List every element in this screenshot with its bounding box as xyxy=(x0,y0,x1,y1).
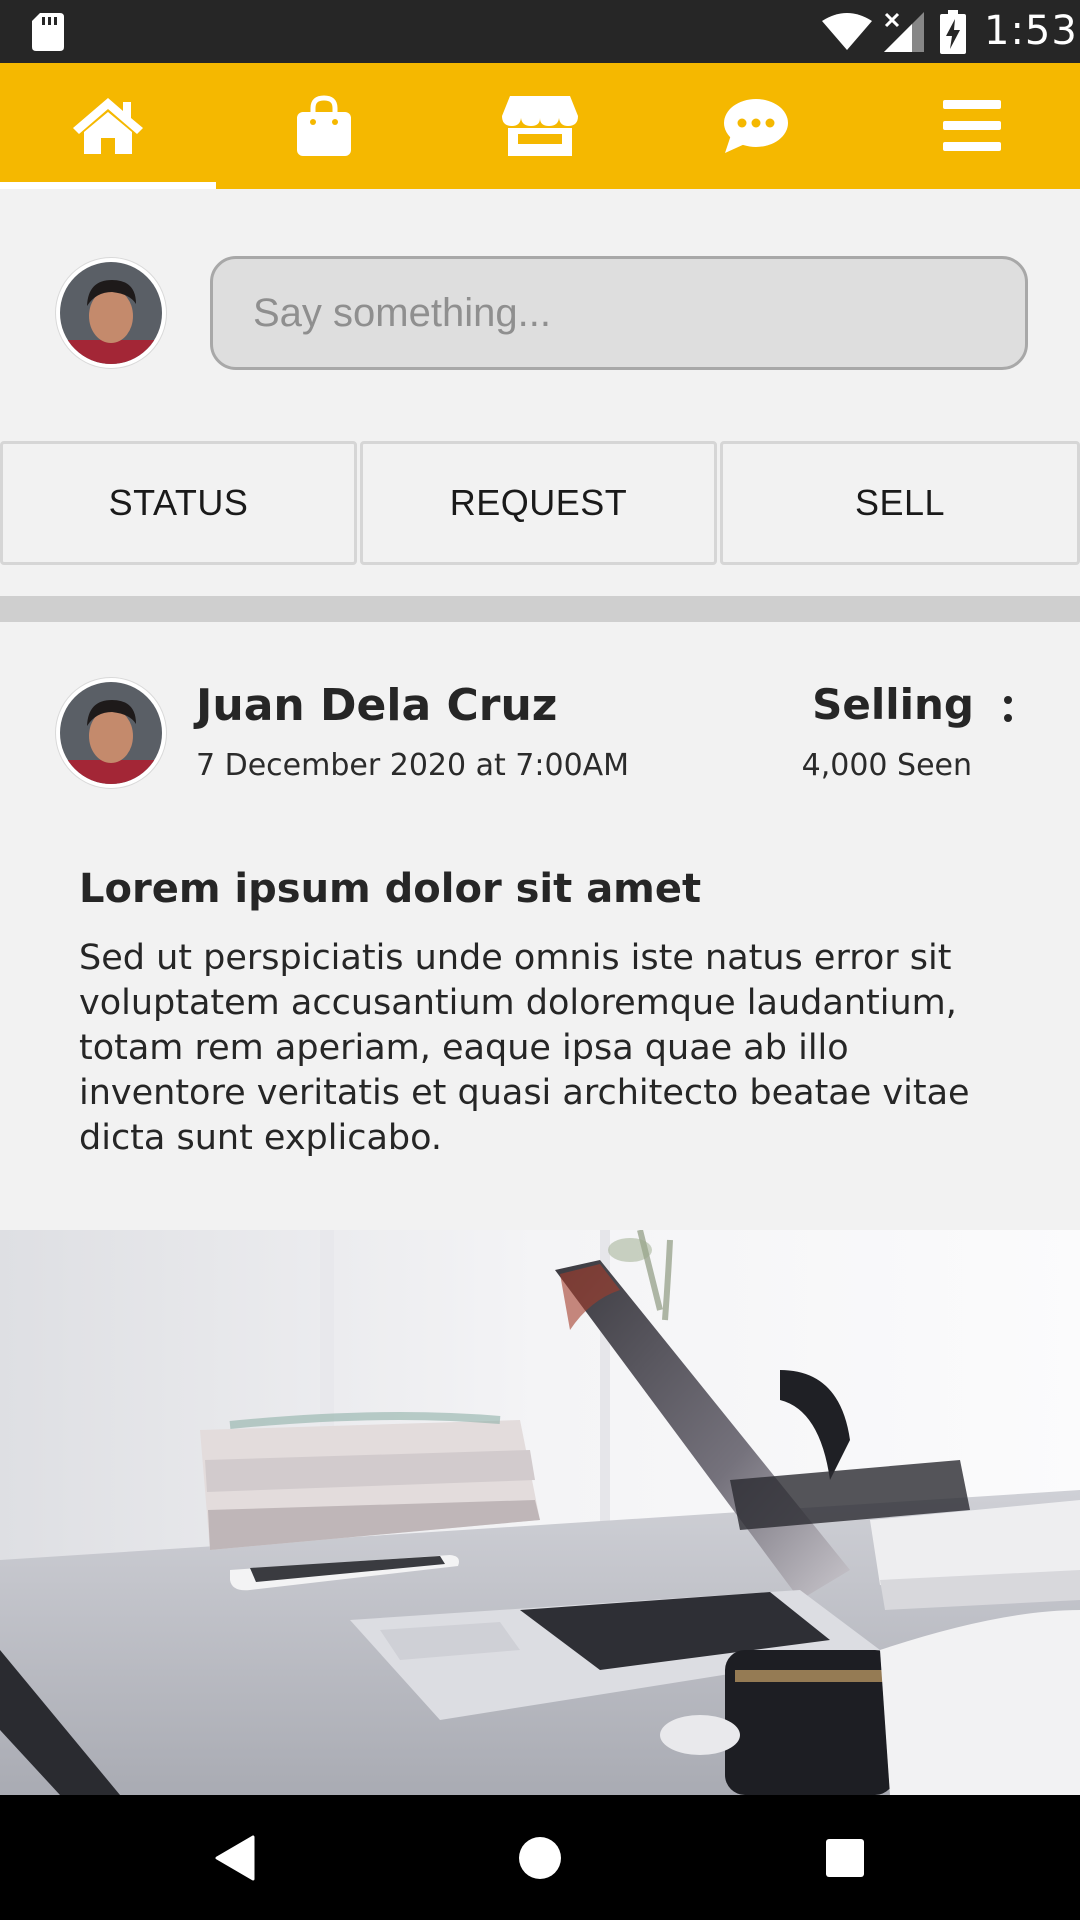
chat-icon xyxy=(724,99,788,153)
menu-icon xyxy=(943,100,1001,151)
recents-button[interactable] xyxy=(790,1795,900,1920)
nav-tab-store[interactable] xyxy=(432,63,648,189)
status-bar: 1:53 xyxy=(0,0,1080,63)
active-tab-indicator xyxy=(0,182,216,189)
avatar-photo xyxy=(60,262,162,364)
post-author-name[interactable]: Juan Dela Cruz xyxy=(196,680,557,731)
back-button[interactable] xyxy=(180,1795,290,1920)
say-something-input[interactable] xyxy=(210,256,1028,370)
post-body: Sed ut perspiciatis unde omnis iste natu… xyxy=(79,938,970,1158)
post-type-label: Selling xyxy=(812,680,974,729)
more-options-icon[interactable] xyxy=(998,684,1018,734)
wifi-icon xyxy=(822,13,872,50)
back-icon xyxy=(215,1835,255,1880)
top-navigation xyxy=(0,63,1080,189)
nav-tab-home[interactable] xyxy=(0,63,216,189)
user-avatar[interactable] xyxy=(56,258,166,368)
system-navigation-bar xyxy=(0,1795,1080,1920)
nav-tab-messages[interactable] xyxy=(648,63,864,189)
home-icon xyxy=(73,98,143,154)
post-timestamp: 7 December 2020 at 7:00AM xyxy=(196,748,630,783)
post-image[interactable] xyxy=(0,1230,1080,1795)
status-button[interactable]: STATUS xyxy=(0,441,357,565)
recents-icon xyxy=(826,1838,864,1877)
sd-card-icon xyxy=(32,13,64,51)
nav-tab-menu[interactable] xyxy=(864,63,1080,189)
post-view-count: 4,000 Seen xyxy=(801,748,972,783)
clock: 1:53 xyxy=(984,8,1078,54)
sell-button[interactable]: SELL xyxy=(720,441,1080,565)
post-author-avatar[interactable] xyxy=(56,678,166,788)
home-circle-icon xyxy=(519,1836,561,1879)
laptop-desk-photo xyxy=(0,1230,1080,1795)
section-divider xyxy=(0,596,1080,622)
request-button[interactable]: REQUEST xyxy=(360,441,717,565)
battery-charging-icon xyxy=(940,10,966,54)
nav-tab-shop[interactable] xyxy=(216,63,432,189)
home-button[interactable] xyxy=(485,1795,595,1920)
post-title: Lorem ipsum dolor sit amet xyxy=(79,866,702,912)
shopping-bag-icon xyxy=(297,95,351,156)
avatar-photo xyxy=(60,682,162,784)
store-icon xyxy=(502,96,578,156)
signal-icon xyxy=(884,12,924,52)
